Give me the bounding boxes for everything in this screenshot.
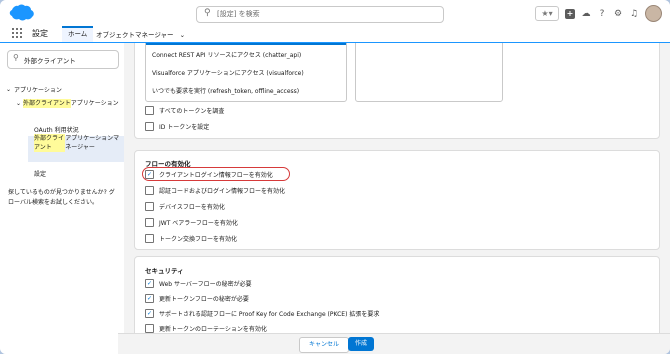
- security-panel: セキュリティ ✓ Web サーバーフローの秘密が必要 ✓ 更新トークンフローの秘…: [134, 256, 660, 333]
- salesforce-logo[interactable]: [6, 3, 36, 23]
- selected-scopes-list[interactable]: [355, 43, 503, 102]
- checkbox-checked[interactable]: ✓: [145, 293, 154, 303]
- tree-node-applications[interactable]: ⌄ アプリケーション: [6, 84, 62, 94]
- checkbox-label: トークン交換フローを有効化: [159, 235, 238, 243]
- scope-item[interactable]: いつでも要求を実行 (refresh_token, offline_access…: [152, 86, 299, 95]
- checkbox-label: Web サーバーフローの秘密が必要: [159, 280, 252, 288]
- checkbox-row[interactable]: ✓ Web サーバーフローの秘密が必要: [145, 278, 252, 288]
- checkbox-label: ID トークンを設定: [159, 123, 210, 131]
- global-header: ⚲ [設定] を検索 ★▾ + ☁ ? ⚙ ♫: [0, 0, 670, 27]
- add-icon[interactable]: +: [565, 8, 575, 19]
- checkbox[interactable]: [145, 233, 154, 243]
- chevron-down-icon: ⌄: [179, 31, 186, 39]
- checkbox-label: JWT ベアラーフローを有効化: [159, 219, 238, 227]
- checkbox-row[interactable]: トークン交換フローを有効化: [145, 233, 237, 243]
- tree-item-label-rest: アプリケーションマネージャー: [65, 135, 120, 151]
- create-button[interactable]: 作成: [348, 337, 374, 351]
- checkbox[interactable]: [145, 217, 154, 227]
- checkbox-checked[interactable]: ✓: [145, 169, 154, 179]
- checkbox-label: デバイスフローを有効化: [159, 203, 225, 211]
- tree-item-label-highlight: 外部クライアント: [34, 134, 66, 152]
- gear-icon[interactable]: ⚙: [613, 9, 623, 19]
- cancel-button[interactable]: キャンセル: [299, 337, 349, 353]
- checkbox-label: 更新トークンのローテーションを有効化: [159, 325, 267, 333]
- section-title: セキュリティ: [145, 267, 184, 275]
- checkbox-label: すべてのトークンを調査: [159, 107, 225, 115]
- tree-node-external-client-apps[interactable]: ⌄ 外部クライアント アプリケーション: [16, 98, 122, 108]
- checkbox-label: サポートされる認証フローに Proof Key for Code Exchang…: [159, 310, 380, 318]
- checkbox[interactable]: [145, 185, 154, 195]
- scope-item[interactable]: Connect REST API リソースにアクセス (chatter_api): [152, 50, 301, 59]
- tree-item-external-client-app-manager[interactable]: 外部クライアント アプリケーションマネージャー: [34, 134, 120, 152]
- checkbox-row[interactable]: ✓ サポートされる認証フローに Proof Key for Code Excha…: [145, 308, 379, 318]
- setup-search-input[interactable]: ⚲ [設定] を検索: [196, 6, 444, 23]
- checkbox-row[interactable]: ✓ クライアントログイン情報フローを有効化: [145, 169, 273, 179]
- checkbox-row[interactable]: 更新トークンのローテーションを有効化: [145, 323, 267, 333]
- help-text: 探しているものが見つかりませんか? グローバル検索をお試しください。: [8, 189, 115, 206]
- checkbox-row[interactable]: ID トークンを設定: [145, 121, 209, 131]
- selected-scope-row[interactable]: [146, 43, 346, 45]
- chevron-down-icon: ⌄: [6, 85, 12, 93]
- search-icon: ⚲: [13, 53, 19, 62]
- tab-object-manager[interactable]: オブジェクトマネージャー ⌄: [96, 29, 185, 39]
- checkbox-label: 更新トークンフローの秘密が必要: [159, 295, 249, 303]
- search-icon: ⚲: [204, 8, 211, 18]
- checkbox-checked[interactable]: ✓: [145, 278, 154, 288]
- oauth-settings-panel: Connect REST API リソースにアクセス (chatter_api)…: [134, 43, 660, 139]
- checkbox[interactable]: [145, 121, 154, 131]
- cloud-icon[interactable]: ☁: [581, 9, 591, 19]
- tree-item-label: 設定: [34, 170, 47, 178]
- favorite-star-icon[interactable]: ★▾: [535, 6, 559, 21]
- app-navigation-bar: 設定 ホーム オブジェクトマネージャー ⌄: [0, 26, 670, 44]
- checkbox[interactable]: [145, 105, 154, 115]
- app-launcher-icon[interactable]: [12, 28, 22, 38]
- quick-find-value: 外部クライアント: [24, 57, 76, 65]
- bell-icon[interactable]: ♫: [629, 9, 639, 19]
- help-icon[interactable]: ?: [597, 9, 607, 19]
- tree-item-settings[interactable]: 設定: [34, 168, 46, 178]
- tree-node-label: アプリケーション: [14, 86, 62, 94]
- flow-enablement-panel: フローの有効化 ✓ クライアントログイン情報フローを有効化 認証コードおよびログ…: [134, 150, 660, 250]
- chevron-down-icon: ⌄: [16, 99, 22, 107]
- setup-sidebar: ⚲ 外部クライアント ⌄ アプリケーション ⌄ 外部クライアント アプリケーション…: [0, 43, 125, 354]
- tree-item-oauth-usage[interactable]: OAuth 利用状況: [34, 124, 79, 134]
- checkbox-label: クライアントログイン情報フローを有効化: [159, 171, 273, 179]
- header-utility-icons: ★▾ + ☁ ? ⚙ ♫: [535, 5, 662, 22]
- main-content: Connect REST API リソースにアクセス (chatter_api)…: [124, 43, 670, 333]
- form-footer: キャンセル 作成: [118, 333, 670, 354]
- tree-node-label-rest: アプリケーション: [70, 99, 119, 107]
- tab-home[interactable]: ホーム: [62, 26, 94, 42]
- app-name: 設定: [32, 29, 48, 38]
- checkbox-row[interactable]: ✓ 更新トークンフローの秘密が必要: [145, 293, 249, 303]
- quick-find-input[interactable]: ⚲ 外部クライアント: [7, 50, 119, 69]
- app-window: ⚲ [設定] を検索 ★▾ + ☁ ? ⚙ ♫ 設定 ホーム オブジェクトマネー…: [0, 0, 670, 354]
- checkbox-checked[interactable]: ✓: [145, 308, 154, 318]
- checkbox-row[interactable]: JWT ベアラーフローを有効化: [145, 217, 238, 227]
- checkbox[interactable]: [145, 323, 154, 333]
- avatar[interactable]: [645, 5, 662, 22]
- checkbox-label: 認証コードおよびログイン情報フローを有効化: [159, 187, 286, 195]
- checkbox[interactable]: [145, 201, 154, 211]
- search-placeholder: [設定] を検索: [217, 10, 260, 18]
- scope-item[interactable]: Visualforce アプリケーションにアクセス (visualforce): [152, 68, 304, 77]
- checkbox-row[interactable]: デバイスフローを有効化: [145, 201, 225, 211]
- checkbox-row[interactable]: すべてのトークンを調査: [145, 105, 224, 115]
- tab-object-manager-label: オブジェクトマネージャー: [96, 31, 174, 39]
- tree-item-label: OAuth 利用状況: [34, 126, 79, 134]
- checkbox-row[interactable]: 認証コードおよびログイン情報フローを有効化: [145, 185, 285, 195]
- available-scopes-list[interactable]: Connect REST API リソースにアクセス (chatter_api)…: [145, 43, 347, 102]
- tree-node-label-highlight: 外部クライアント: [23, 98, 71, 108]
